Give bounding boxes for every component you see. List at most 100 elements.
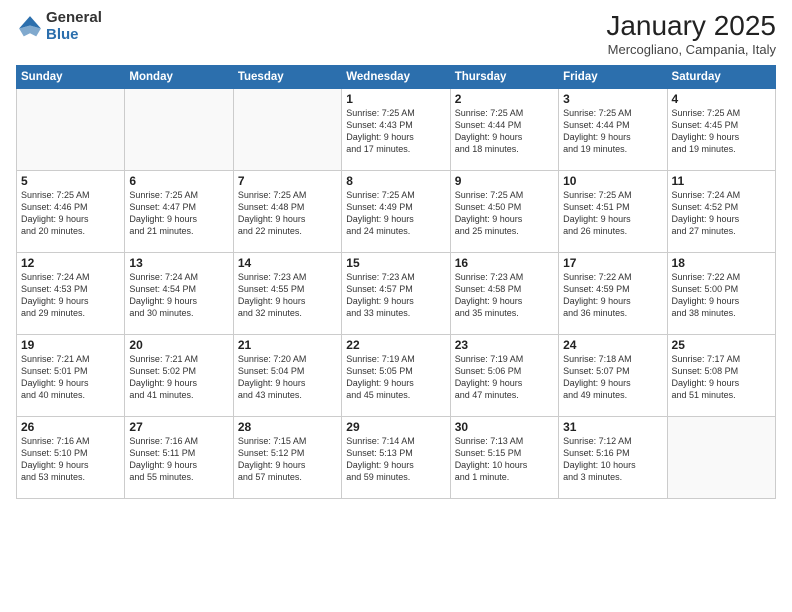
calendar-cell: 29Sunrise: 7:14 AMSunset: 5:13 PMDayligh… — [342, 417, 450, 499]
day-number: 21 — [238, 338, 337, 352]
day-info: Sunrise: 7:12 AMSunset: 5:16 PMDaylight:… — [563, 435, 662, 484]
calendar-cell: 30Sunrise: 7:13 AMSunset: 5:15 PMDayligh… — [450, 417, 558, 499]
weekday-header-sunday: Sunday — [17, 66, 125, 89]
day-info: Sunrise: 7:25 AMSunset: 4:49 PMDaylight:… — [346, 189, 445, 238]
weekday-header-monday: Monday — [125, 66, 233, 89]
day-info: Sunrise: 7:23 AMSunset: 4:57 PMDaylight:… — [346, 271, 445, 320]
day-info: Sunrise: 7:19 AMSunset: 5:05 PMDaylight:… — [346, 353, 445, 402]
day-number: 9 — [455, 174, 554, 188]
calendar-cell: 11Sunrise: 7:24 AMSunset: 4:52 PMDayligh… — [667, 171, 775, 253]
calendar-cell: 16Sunrise: 7:23 AMSunset: 4:58 PMDayligh… — [450, 253, 558, 335]
header: General Blue January 2025 Mercogliano, C… — [16, 10, 776, 57]
calendar-cell: 17Sunrise: 7:22 AMSunset: 4:59 PMDayligh… — [559, 253, 667, 335]
calendar-cell: 27Sunrise: 7:16 AMSunset: 5:11 PMDayligh… — [125, 417, 233, 499]
day-info: Sunrise: 7:25 AMSunset: 4:46 PMDaylight:… — [21, 189, 120, 238]
calendar-cell: 24Sunrise: 7:18 AMSunset: 5:07 PMDayligh… — [559, 335, 667, 417]
calendar-cell: 9Sunrise: 7:25 AMSunset: 4:50 PMDaylight… — [450, 171, 558, 253]
day-info: Sunrise: 7:25 AMSunset: 4:50 PMDaylight:… — [455, 189, 554, 238]
day-number: 2 — [455, 92, 554, 106]
day-number: 11 — [672, 174, 771, 188]
title-block: January 2025 Mercogliano, Campania, Ital… — [606, 10, 776, 57]
calendar-cell — [233, 89, 341, 171]
location: Mercogliano, Campania, Italy — [606, 42, 776, 57]
day-number: 8 — [346, 174, 445, 188]
logo: General Blue — [16, 10, 102, 43]
day-info: Sunrise: 7:24 AMSunset: 4:52 PMDaylight:… — [672, 189, 771, 238]
day-number: 28 — [238, 420, 337, 434]
calendar-cell: 10Sunrise: 7:25 AMSunset: 4:51 PMDayligh… — [559, 171, 667, 253]
day-info: Sunrise: 7:25 AMSunset: 4:43 PMDaylight:… — [346, 107, 445, 156]
day-number: 25 — [672, 338, 771, 352]
day-number: 27 — [129, 420, 228, 434]
day-number: 3 — [563, 92, 662, 106]
day-info: Sunrise: 7:19 AMSunset: 5:06 PMDaylight:… — [455, 353, 554, 402]
day-number: 18 — [672, 256, 771, 270]
calendar-cell: 19Sunrise: 7:21 AMSunset: 5:01 PMDayligh… — [17, 335, 125, 417]
calendar-cell: 22Sunrise: 7:19 AMSunset: 5:05 PMDayligh… — [342, 335, 450, 417]
calendar-cell: 6Sunrise: 7:25 AMSunset: 4:47 PMDaylight… — [125, 171, 233, 253]
day-info: Sunrise: 7:25 AMSunset: 4:51 PMDaylight:… — [563, 189, 662, 238]
day-info: Sunrise: 7:25 AMSunset: 4:45 PMDaylight:… — [672, 107, 771, 156]
day-number: 15 — [346, 256, 445, 270]
calendar-cell: 28Sunrise: 7:15 AMSunset: 5:12 PMDayligh… — [233, 417, 341, 499]
weekday-header-saturday: Saturday — [667, 66, 775, 89]
day-number: 10 — [563, 174, 662, 188]
day-info: Sunrise: 7:21 AMSunset: 5:01 PMDaylight:… — [21, 353, 120, 402]
week-row-4: 26Sunrise: 7:16 AMSunset: 5:10 PMDayligh… — [17, 417, 776, 499]
day-number: 13 — [129, 256, 228, 270]
day-info: Sunrise: 7:16 AMSunset: 5:10 PMDaylight:… — [21, 435, 120, 484]
week-row-1: 5Sunrise: 7:25 AMSunset: 4:46 PMDaylight… — [17, 171, 776, 253]
day-info: Sunrise: 7:15 AMSunset: 5:12 PMDaylight:… — [238, 435, 337, 484]
calendar-cell: 23Sunrise: 7:19 AMSunset: 5:06 PMDayligh… — [450, 335, 558, 417]
day-info: Sunrise: 7:13 AMSunset: 5:15 PMDaylight:… — [455, 435, 554, 484]
calendar-cell: 15Sunrise: 7:23 AMSunset: 4:57 PMDayligh… — [342, 253, 450, 335]
day-info: Sunrise: 7:25 AMSunset: 4:48 PMDaylight:… — [238, 189, 337, 238]
day-number: 5 — [21, 174, 120, 188]
day-number: 4 — [672, 92, 771, 106]
calendar-cell: 25Sunrise: 7:17 AMSunset: 5:08 PMDayligh… — [667, 335, 775, 417]
calendar-cell: 1Sunrise: 7:25 AMSunset: 4:43 PMDaylight… — [342, 89, 450, 171]
calendar-cell: 2Sunrise: 7:25 AMSunset: 4:44 PMDaylight… — [450, 89, 558, 171]
day-info: Sunrise: 7:17 AMSunset: 5:08 PMDaylight:… — [672, 353, 771, 402]
calendar-cell: 5Sunrise: 7:25 AMSunset: 4:46 PMDaylight… — [17, 171, 125, 253]
day-number: 1 — [346, 92, 445, 106]
logo-icon — [16, 13, 44, 41]
month-title: January 2025 — [606, 10, 776, 42]
weekday-header-friday: Friday — [559, 66, 667, 89]
day-info: Sunrise: 7:25 AMSunset: 4:44 PMDaylight:… — [455, 107, 554, 156]
day-number: 26 — [21, 420, 120, 434]
calendar-cell: 13Sunrise: 7:24 AMSunset: 4:54 PMDayligh… — [125, 253, 233, 335]
weekday-header-tuesday: Tuesday — [233, 66, 341, 89]
day-info: Sunrise: 7:21 AMSunset: 5:02 PMDaylight:… — [129, 353, 228, 402]
calendar-cell: 21Sunrise: 7:20 AMSunset: 5:04 PMDayligh… — [233, 335, 341, 417]
calendar-cell: 14Sunrise: 7:23 AMSunset: 4:55 PMDayligh… — [233, 253, 341, 335]
page: General Blue January 2025 Mercogliano, C… — [0, 0, 792, 612]
day-info: Sunrise: 7:16 AMSunset: 5:11 PMDaylight:… — [129, 435, 228, 484]
day-info: Sunrise: 7:23 AMSunset: 4:55 PMDaylight:… — [238, 271, 337, 320]
day-number: 6 — [129, 174, 228, 188]
calendar-cell: 3Sunrise: 7:25 AMSunset: 4:44 PMDaylight… — [559, 89, 667, 171]
day-info: Sunrise: 7:25 AMSunset: 4:47 PMDaylight:… — [129, 189, 228, 238]
calendar-cell: 20Sunrise: 7:21 AMSunset: 5:02 PMDayligh… — [125, 335, 233, 417]
logo-general: General — [46, 10, 102, 27]
day-number: 29 — [346, 420, 445, 434]
day-number: 24 — [563, 338, 662, 352]
weekday-header-wednesday: Wednesday — [342, 66, 450, 89]
day-number: 14 — [238, 256, 337, 270]
day-info: Sunrise: 7:23 AMSunset: 4:58 PMDaylight:… — [455, 271, 554, 320]
logo-text: General Blue — [46, 10, 102, 43]
day-number: 17 — [563, 256, 662, 270]
day-number: 19 — [21, 338, 120, 352]
day-number: 7 — [238, 174, 337, 188]
week-row-2: 12Sunrise: 7:24 AMSunset: 4:53 PMDayligh… — [17, 253, 776, 335]
day-number: 20 — [129, 338, 228, 352]
day-info: Sunrise: 7:24 AMSunset: 4:54 PMDaylight:… — [129, 271, 228, 320]
weekday-header-row: SundayMondayTuesdayWednesdayThursdayFrid… — [17, 66, 776, 89]
calendar-cell — [667, 417, 775, 499]
calendar-cell — [17, 89, 125, 171]
calendar-cell: 8Sunrise: 7:25 AMSunset: 4:49 PMDaylight… — [342, 171, 450, 253]
day-info: Sunrise: 7:22 AMSunset: 5:00 PMDaylight:… — [672, 271, 771, 320]
calendar-cell: 12Sunrise: 7:24 AMSunset: 4:53 PMDayligh… — [17, 253, 125, 335]
week-row-3: 19Sunrise: 7:21 AMSunset: 5:01 PMDayligh… — [17, 335, 776, 417]
day-number: 23 — [455, 338, 554, 352]
